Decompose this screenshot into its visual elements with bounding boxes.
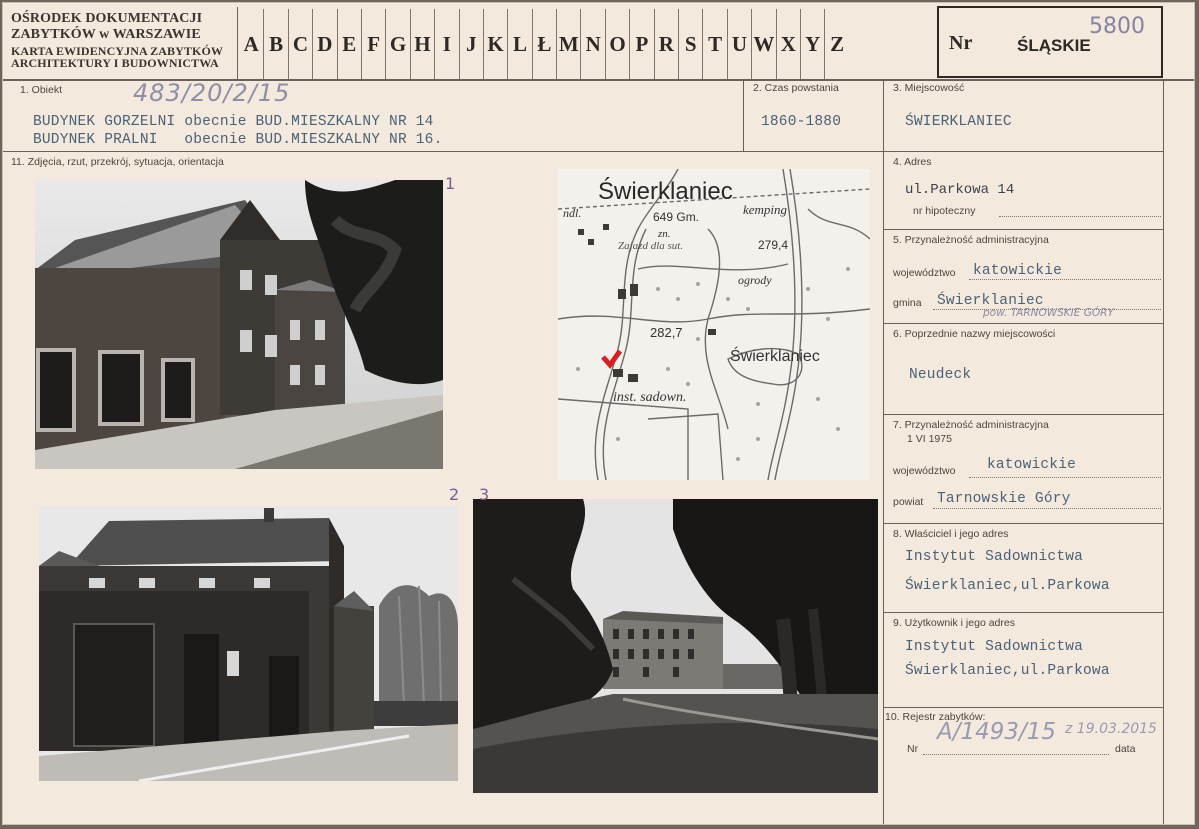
index-letter: X [775,9,800,79]
index-letter: J [458,9,483,79]
number-box: Nr ŚLĄSKIE 5800 [937,6,1163,78]
object-label: 1. Obiekt [20,84,63,96]
institution-line2: ZABYTKÓW w WARSZAWIE [11,27,201,42]
owner-label: 8. Właściciel i jego adres [893,528,1009,540]
index-letter: Y [799,9,824,79]
index-letter: H [409,9,434,79]
index-letter: S [678,9,702,79]
location-map: Świerklaniec ndl. 649 Gm. kemping zn. Za… [558,169,870,480]
index-letter: I [434,9,458,79]
index-letter: Ł [531,9,556,79]
admin-affiliation-label: 5. Przynależność administracyjna [893,234,1049,246]
owner-line2: Świerklaniec,ul.Parkowa [905,578,1110,594]
index-letter: P [629,9,653,79]
locality-label: 3. Miejscowość [893,82,965,94]
owner-line1: Instytut Sadownictwa [905,549,1084,565]
voivodeship-value: katowickie [973,263,1063,279]
voivodeship-1975-value: katowickie [987,457,1077,473]
nr-label: Nr [949,32,973,54]
map-drawing: Świerklaniec ndl. 649 Gm. kemping zn. Za… [558,169,870,480]
photos-label: 11. Zdjęcia, rzut, przekrój, sytuacja, o… [11,156,224,168]
map-label-gm: 649 Gm. [653,210,699,224]
index-letter: R [653,9,678,79]
index-letter: M [556,9,580,79]
institution-line1: OŚRODEK DOKUMENTACJI [11,11,203,26]
photo-laundry [39,506,458,781]
map-label-ogrody: ogrody [738,273,772,287]
map-label-kemping: kemping [743,202,788,217]
creation-time-label: 2. Czas powstania [753,82,839,94]
admin-1975-date: 1 VI 1975 [907,433,952,445]
index-letter: L [507,9,531,79]
institution-name: OŚRODEK DOKUMENTACJI ZABYTKÓW w WARSZAWI… [11,11,223,69]
locality-value: ŚWIERKLANIEC [905,114,1012,130]
index-letter: B [263,9,287,79]
photo-park-view [473,499,878,793]
index-letter: O [604,9,629,79]
map-town-label: Świerklaniec [598,177,733,205]
object-line2: BUDYNEK PRALNI obecnie BUD.MIESZKALNY NR… [33,132,443,148]
user-label: 9. Użytkownik i jego adres [893,617,1015,629]
index-letter: C [287,9,312,79]
map-label-inst-sadown: inst. sadown. [613,390,687,405]
object-line1: BUDYNEK GORZELNI obecnie BUD.MIESZKALNY … [33,114,434,130]
map-label-zajazd: Zajazd dla sut. [618,240,683,252]
index-letter: U [726,9,751,79]
index-letter: K [482,9,507,79]
register-card: OŚRODEK DOKUMENTACJI ZABYTKÓW w WARSZAWI… [2,2,1195,825]
index-letter: W [751,9,775,79]
photo1-number: 1 [445,174,456,193]
handwritten-register-date: z 19.03.2015 [1065,721,1157,737]
county-label: powiat [893,496,924,508]
user-line1: Instytut Sadownictwa [905,639,1084,655]
alphabet-index: ABCDEFGHIJKLŁMNOPRSTUWXYZ [239,9,849,79]
map-label-ndl: ndl. [563,206,581,220]
map-label-zn: zn. [657,228,671,240]
index-letter: Z [824,9,848,79]
handwritten-county-note: pow. TARNOWSKIE GÓRY [983,307,1114,319]
mortgage-label: nr hipoteczny [913,205,976,217]
photo2-number: 2 [449,485,460,504]
previous-names-label: 6. Poprzednie nazwy miejscowości [893,328,1056,340]
index-letter: T [702,9,726,79]
index-letter: D [312,9,336,79]
photo3-number: 3 [479,485,490,504]
index-letter: F [360,9,385,79]
address-value: ul.Parkowa 14 [905,182,1015,198]
register-nr-label: Nr [907,743,919,755]
handwritten-ref: 483/20/2/15 [133,79,291,107]
map-label-elevation-1: 279,4 [758,238,788,252]
index-letter: A [243,31,259,56]
map-label-swierklaniec: Świerklaniec [730,346,820,365]
handwritten-card-number: 5800 [1089,14,1145,39]
region-label: ŚLĄSKIE [1017,36,1091,55]
index-letter: E [336,9,361,79]
admin-1975-label: 7. Przynależność administracyjna [893,419,1049,431]
address-label: 4. Adres [893,156,932,168]
index-letter: N [580,9,604,79]
register-date-label: data [1115,743,1136,755]
voivodeship-label: województwo [893,267,956,279]
previous-names-value: Neudeck [909,367,972,383]
county-value: Tarnowskie Góry [937,491,1071,507]
creation-time-value: 1860-1880 [761,114,842,130]
card-type-line2: ARCHITEKTURY I BUDOWNICTWA [11,56,219,70]
index-letter: G [385,9,409,79]
map-label-elevation-2: 282,7 [650,325,683,340]
user-line2: Świerklaniec,ul.Parkowa [905,663,1110,679]
handwritten-register-nr: A/1493/15 [937,719,1057,745]
photo-distillery [35,180,443,469]
voivodeship-1975-label: województwo [893,465,956,477]
commune-label: gmina [893,297,922,309]
